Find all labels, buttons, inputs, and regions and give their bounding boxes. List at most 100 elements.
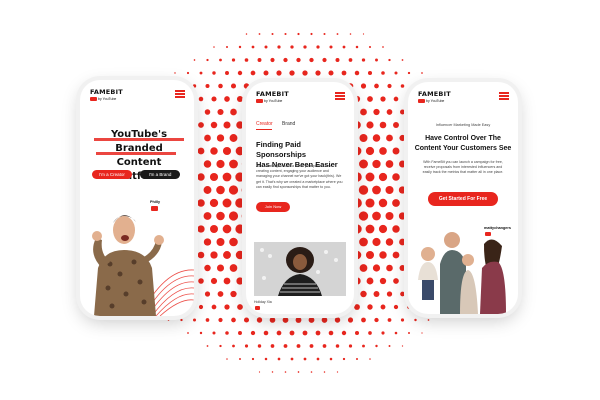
halftone-dot [388,345,391,347]
halftone-dot [218,83,223,89]
halftone-dot [386,109,393,115]
hamburger-menu-icon[interactable] [335,92,345,100]
halftone-dot [209,172,219,182]
halftone-dot [336,371,339,373]
halftone-dot [360,290,367,298]
halftone-dot [365,224,375,234]
halftone-dot [231,317,236,323]
creator-button[interactable]: I'm a Creator [92,170,132,179]
halftone-dot [400,291,405,297]
halftone-dot [203,212,212,220]
halftone-dot [277,357,281,361]
halftone-dot [379,277,387,285]
hamburger-menu-icon[interactable] [175,90,185,98]
halftone-dot [398,186,407,194]
youtube-logo-icon: by YouTube [418,99,444,103]
famebit-logo[interactable]: FAMEBIT [90,89,123,96]
halftone-dot [211,304,217,310]
phone-mockup-creators: FAMEBIT by YouTube Creator Brand Finding… [246,82,354,314]
halftone-dot [235,198,245,208]
halftone-dot [372,211,381,221]
halftone-dot [399,160,406,168]
halftone-dot [296,344,301,348]
halftone-dot [392,199,400,207]
halftone-dot [216,159,225,169]
halftone-dot [342,45,346,49]
halftone-dot [257,344,262,348]
halftone-dot [237,70,243,76]
tab-brand[interactable]: Brand [282,121,295,127]
halftone-dot [366,121,374,129]
halftone-dot [358,185,369,195]
halftone-dot [367,304,373,310]
halftone-dot [210,147,218,155]
get-started-button[interactable]: Get Started For Free [428,192,498,206]
halftone-dot [328,70,334,76]
halftone-dot [386,134,393,142]
halftone-dot [353,277,361,285]
halftone-dot [269,317,276,323]
halftone-dot [289,330,295,336]
halftone-dot [321,317,328,323]
halftone-dot [212,71,216,75]
hamburger-menu-icon[interactable] [499,92,509,100]
app-header: FAMEBIT by YouTube [80,80,194,106]
halftone-dot [276,330,282,336]
famebit-logo[interactable]: FAMEBIT [418,91,451,98]
halftone-dot [380,96,386,102]
halftone-dot [219,344,222,348]
halftone-dot [393,122,399,128]
photo-caption: Holiday Xia [254,300,272,304]
halftone-dot [245,33,248,35]
brand-sub-label: by YouTube [98,96,117,101]
halftone-dot [356,358,358,360]
halftone-dot [243,317,250,323]
halftone-dot [198,122,204,128]
halftone-dot [387,318,392,322]
join-now-button[interactable]: Join Now [256,202,290,212]
halftone-dot [226,46,228,48]
family-photo [418,232,506,314]
halftone-dot [365,146,375,156]
halftone-dot [302,70,308,76]
halftone-dot [238,331,242,335]
halftone-dot [270,344,275,348]
halftone-dot [335,58,340,62]
phone-mockup-brands: FAMEBIT by YouTube Influencer Marketing … [408,82,518,314]
halftone-dot [367,96,373,102]
tab-creator[interactable]: Creator [256,121,273,127]
halftone-dot [228,185,239,195]
halftone-dot [251,357,255,361]
brand-button[interactable]: I'm a Brand [140,170,180,179]
halftone-dot [283,344,288,348]
halftone-dot [348,344,353,348]
halftone-dot [282,317,289,323]
title-line: Have Control Over The [425,135,501,142]
halftone-dot [203,238,212,246]
halftone-dot [256,317,263,323]
halftone-dot [388,58,391,62]
creator-photo [92,215,194,316]
halftone-dot [386,264,393,272]
famebit-logo[interactable]: FAMEBIT [256,91,289,98]
halftone-dot [359,264,368,272]
halftone-dot [174,72,176,74]
halftone-dot [401,59,404,61]
halftone-dot [297,32,300,36]
halftone-dot [236,277,244,285]
app-header: FAMEBIT by YouTube [408,82,518,108]
halftone-dot [216,134,225,142]
halftone-dot [392,173,400,181]
halftone-dot [222,198,232,208]
halftone-dot [212,331,216,335]
body-line: easily track the metrics that matter all… [422,170,504,175]
halftone-dot [316,357,320,361]
halftone-dot [368,45,372,49]
halftone-dot [217,291,224,297]
halftone-dot [401,345,404,347]
halftone-dot [392,147,400,155]
halftone-dot [421,72,423,74]
halftone-dot [303,357,307,361]
halftone-dot [378,172,388,182]
halftone-dot [368,331,372,335]
